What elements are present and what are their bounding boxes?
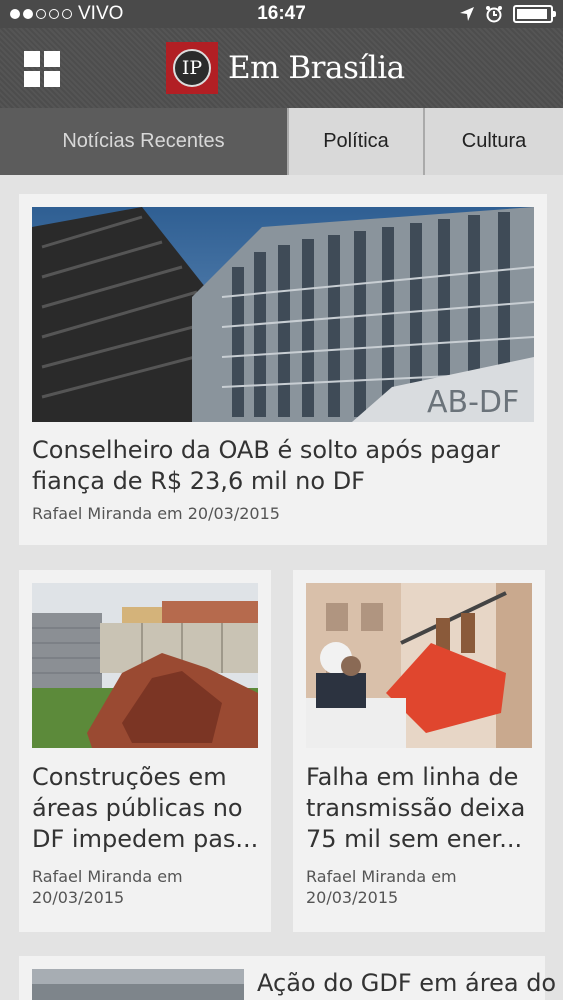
article-title[interactable]: Falha em linha de transmissão deixa 75 m… (306, 762, 536, 855)
app-logo: IP Em Brasília (166, 42, 405, 94)
logo-badge: IP (166, 42, 218, 94)
app-header: IP Em Brasília (0, 28, 563, 108)
building-sign: AB-DF (427, 385, 519, 420)
app-title: Em Brasília (228, 50, 405, 86)
article-image-construction (32, 583, 258, 748)
article-card[interactable]: Falha em linha de transmissão deixa 75 m… (293, 570, 545, 932)
category-tabs: Notícias Recentes Política Cultura (0, 108, 563, 175)
status-icons (459, 5, 556, 23)
location-arrow-icon (460, 7, 474, 21)
article-title[interactable]: Conselheiro da OAB é solto após pagar fi… (32, 435, 532, 497)
article-title[interactable]: Ação do GDF em área do (257, 968, 556, 999)
tab-noticias-recentes[interactable]: Notícias Recentes (0, 108, 287, 175)
article-meta: Rafael Miranda em 20/03/2015 (32, 867, 183, 907)
article-image-electrician (306, 583, 532, 748)
article-title[interactable]: Construções em áreas públicas no DF impe… (32, 762, 262, 855)
article-card[interactable]: Construções em áreas públicas no DF impe… (19, 570, 271, 932)
article-image-thumbnail (32, 969, 244, 1000)
article-meta: Rafael Miranda em 20/03/2015 (32, 504, 280, 523)
article-image-building: AB-DF (32, 207, 534, 422)
article-meta: Rafael Miranda em 20/03/2015 (306, 867, 457, 907)
status-bar: VIVO 16:47 (0, 0, 563, 28)
featured-article-card[interactable]: AB-DF Conselheiro da OAB é solto após pa… (19, 194, 547, 545)
alarm-clock-icon (486, 6, 502, 23)
logo-initials: IP (173, 49, 211, 87)
battery-icon (513, 5, 556, 23)
tab-cultura[interactable]: Cultura (423, 108, 563, 175)
article-card[interactable]: Ação do GDF em área do (19, 956, 556, 1000)
tab-politica[interactable]: Política (287, 108, 423, 175)
menu-grid-icon[interactable] (24, 51, 60, 87)
